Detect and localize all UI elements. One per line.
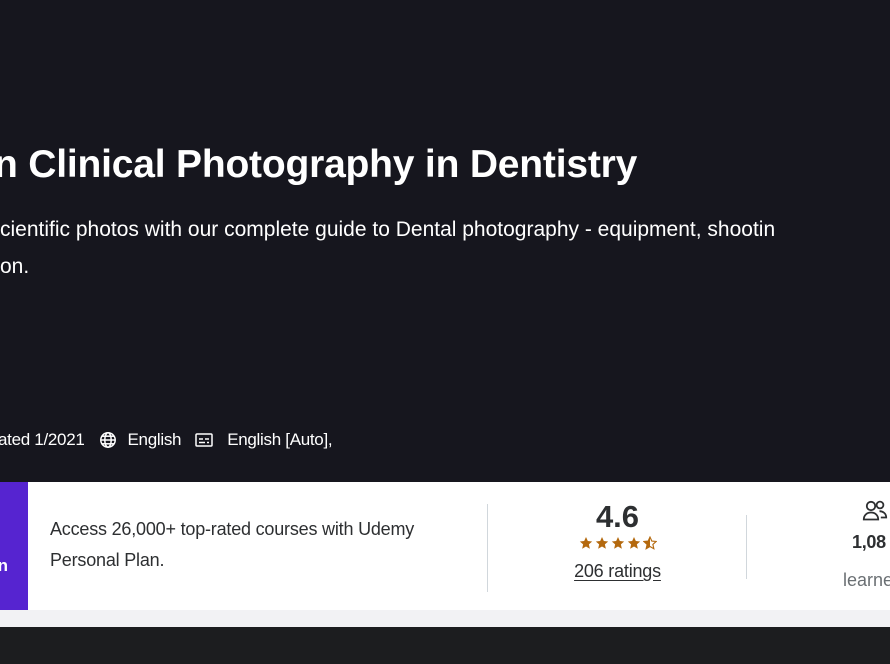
language-text: English	[127, 430, 182, 449]
star-half-icon	[642, 536, 657, 550]
last-updated-text: ated 1/2021	[0, 430, 85, 449]
star-icon	[579, 537, 592, 549]
course-title: n Clinical Photography in Dentistry	[0, 143, 638, 186]
globe-icon	[99, 431, 117, 449]
cta-label: n	[0, 556, 8, 575]
banner-bottom-strip	[0, 610, 890, 627]
course-subtitle: cientific photos with our complete guide…	[0, 211, 890, 285]
course-subtitle-line-2: on.	[0, 255, 30, 278]
learners-label: learne	[843, 570, 890, 590]
people-icon	[862, 498, 888, 524]
personal-plan-cta-button[interactable]: n	[0, 482, 28, 610]
rating-block: 4.6 206 ratings	[540, 498, 695, 582]
divider	[487, 504, 488, 592]
star-icon	[627, 537, 640, 549]
star-icon	[611, 537, 624, 549]
personal-plan-text: Access 26,000+ top-rated courses with Ud…	[50, 519, 415, 570]
course-subtitle-line-1: cientific photos with our complete guide…	[0, 218, 776, 241]
divider	[746, 515, 747, 579]
closed-captions-icon	[195, 431, 213, 449]
rating-value: 4.6	[595, 499, 640, 534]
ratings-link[interactable]: 206 ratings	[540, 561, 695, 582]
star-icon	[595, 537, 608, 549]
captions-text: English [Auto],	[227, 430, 333, 449]
course-hero: n Clinical Photography in Dentistry cien…	[0, 0, 890, 482]
learners-count: 1,08	[852, 532, 886, 552]
course-meta-row: ated 1/2021 English English [Auto],	[0, 427, 333, 453]
star-rating	[540, 536, 695, 552]
personal-plan-banner: n Access 26,000+ top-rated courses with …	[0, 482, 890, 610]
dark-footer-strip	[0, 627, 890, 664]
